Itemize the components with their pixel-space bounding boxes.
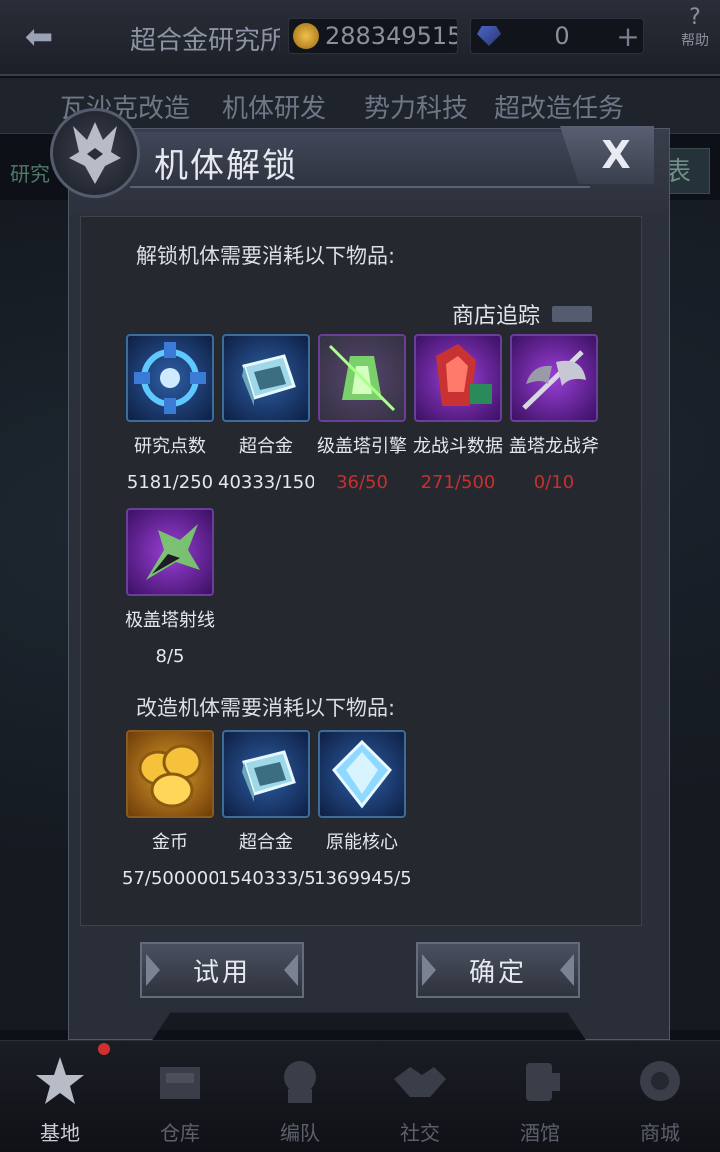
tab-super-mod-task[interactable]: 超改造任务	[494, 88, 624, 125]
formation-icon	[268, 1049, 332, 1113]
shop-icon	[628, 1049, 692, 1113]
nav-social[interactable]: 社交	[360, 1041, 480, 1152]
nav-label: 商城	[640, 1121, 680, 1145]
warehouse-icon	[148, 1049, 212, 1113]
help-button[interactable]: ? 帮助	[672, 6, 718, 50]
shop-tracking[interactable]: 商店追踪	[452, 298, 593, 330]
item-name: 极盖塔射线	[125, 610, 215, 631]
unlock-item-super-alloy[interactable]: 超合金 40333/150	[218, 334, 314, 493]
nav-label: 基地	[40, 1121, 80, 1145]
unlock-item-research-points[interactable]: 研究点数 5181/250	[124, 334, 216, 493]
item-count: 1369945/5	[314, 868, 410, 889]
nav-label: 编队	[280, 1121, 320, 1145]
try-button-label: 试用	[192, 957, 251, 988]
modify-cost-heading: 改造机体需要消耗以下物品:	[136, 696, 396, 720]
getter-axe-icon	[510, 334, 598, 422]
getter-engine-icon	[318, 334, 406, 422]
item-name: 原能核心	[326, 832, 398, 853]
unlock-cost-heading: 解锁机体需要消耗以下物品:	[136, 244, 396, 268]
item-count: 1540333/5	[218, 868, 314, 889]
page-title: 超合金研究所	[130, 26, 280, 56]
confirm-button[interactable]: 确定	[416, 942, 580, 998]
back-button[interactable]: ⬅	[6, 14, 72, 60]
modify-item-gold-coin[interactable]: 金币 57/500000	[122, 730, 218, 889]
tab-faction-tech[interactable]: 势力科技	[364, 88, 468, 125]
mech-emblem-icon	[50, 108, 140, 198]
nav-warehouse[interactable]: 仓库	[120, 1041, 240, 1152]
research-points-icon	[126, 334, 214, 422]
item-name: 金币	[152, 832, 188, 853]
gold-value: 288349515	[325, 22, 457, 50]
item-count: 57/500000	[122, 868, 218, 889]
super-alloy-icon	[222, 334, 310, 422]
nav-shop[interactable]: 商城	[600, 1041, 720, 1152]
nav-label: 社交	[400, 1121, 440, 1145]
item-name: 研究点数	[134, 436, 206, 457]
nav-label: 仓库	[160, 1121, 200, 1145]
nav-base[interactable]: 基地	[0, 1041, 120, 1152]
item-count: 40333/150	[218, 472, 314, 493]
getter-beam-icon	[126, 508, 214, 596]
gold-coin-icon	[293, 23, 319, 49]
item-name: 级盖塔引擎	[317, 436, 407, 457]
item-name: 超合金	[239, 436, 293, 457]
item-count: 0/10	[533, 472, 575, 493]
tavern-icon	[508, 1049, 572, 1113]
gold-currency: 288349515	[288, 18, 458, 54]
item-name: 超合金	[239, 832, 293, 853]
dialog-title: 机体解锁	[154, 146, 298, 186]
item-count: 271/500	[420, 472, 496, 493]
nav-formation[interactable]: 编队	[240, 1041, 360, 1152]
close-icon: X	[601, 133, 631, 177]
super-alloy-icon	[222, 730, 310, 818]
gem-currency: 0 +	[470, 18, 644, 54]
sub-tab-research[interactable]: 研究	[10, 158, 50, 187]
nav-tavern[interactable]: 酒馆	[480, 1041, 600, 1152]
shop-tracking-toggle[interactable]	[552, 306, 593, 322]
item-count: 8/5	[155, 646, 185, 667]
base-star-icon	[28, 1049, 92, 1113]
unlock-item-getter-beam[interactable]: 极盖塔射线 8/5	[124, 508, 216, 667]
item-count: 5181/250	[126, 472, 214, 493]
energy-core-icon	[318, 730, 406, 818]
handshake-icon	[388, 1049, 452, 1113]
confirm-button-label: 确定	[468, 957, 527, 988]
modify-item-energy-core[interactable]: 原能核心 1369945/5	[314, 730, 410, 889]
nav-label: 酒馆	[520, 1121, 560, 1145]
dragon-battle-data-icon	[414, 334, 502, 422]
item-name: 盖塔龙战斧	[509, 436, 599, 457]
unlock-item-dragon-battle-data[interactable]: 龙战斗数据 271/500	[412, 334, 504, 493]
shop-tracking-label: 商店追踪	[452, 304, 541, 329]
item-name: 龙战斗数据	[413, 436, 503, 457]
gold-coin-icon	[126, 730, 214, 818]
gem-icon	[477, 26, 501, 46]
top-bar: ⬅ 超合金研究所 288349515 0 + ? 帮助	[0, 0, 720, 76]
bottom-nav: 基地 仓库 编队 社交 酒馆 商城	[0, 1040, 720, 1152]
modify-item-super-alloy[interactable]: 超合金 1540333/5	[218, 730, 314, 889]
notification-dot	[98, 1043, 110, 1055]
add-gem-button[interactable]: +	[613, 20, 643, 53]
gem-value: 0	[554, 22, 570, 50]
tab-mech-research[interactable]: 机体研发	[222, 88, 326, 125]
unlock-item-getter-engine[interactable]: 级盖塔引擎 36/50	[316, 334, 408, 493]
question-icon: ?	[689, 5, 701, 30]
back-arrow-icon: ⬅	[24, 17, 54, 57]
item-count: 36/50	[336, 472, 388, 493]
try-button[interactable]: 试用	[140, 942, 304, 998]
help-label: 帮助	[681, 33, 709, 49]
unlock-item-getter-axe[interactable]: 盖塔龙战斧 0/10	[508, 334, 600, 493]
